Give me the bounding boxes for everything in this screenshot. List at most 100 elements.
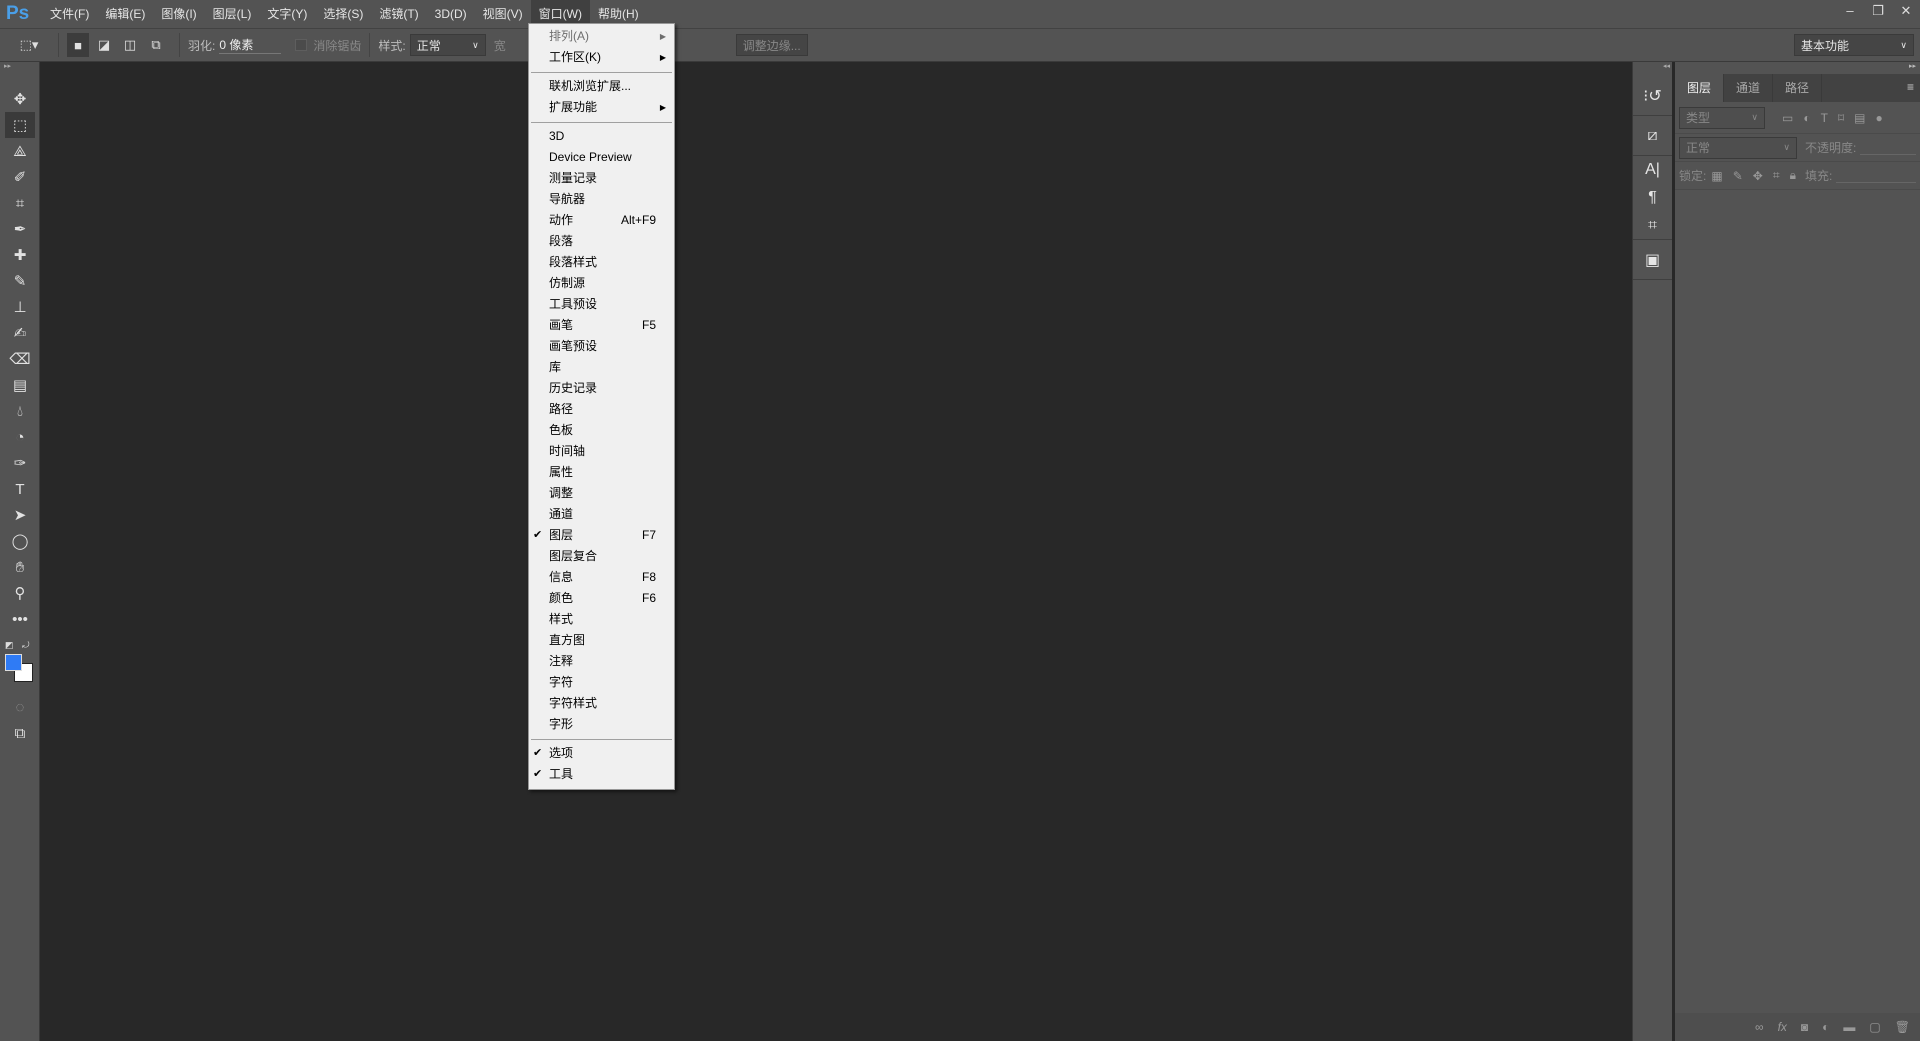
filter-select[interactable]: 类型 ∨ — [1679, 106, 1765, 129]
menu-item[interactable]: ✔ 工具 — [529, 764, 674, 785]
eraser-tool-icon[interactable]: ⌫ — [5, 346, 35, 372]
menu-6[interactable]: 滤镜(T) — [371, 0, 426, 28]
gradient-tool-icon[interactable]: ▤ — [5, 372, 35, 398]
menu-item[interactable]: 样式 — [529, 609, 674, 630]
paragraph-icon[interactable]: ¶ — [1633, 184, 1672, 212]
delete-layer-icon[interactable]: 🗑︎ — [1895, 1020, 1910, 1034]
brush-tool-icon[interactable]: ✎ — [5, 268, 35, 294]
menu-item[interactable]: 3D — [529, 126, 674, 147]
close-button[interactable]: ✕ — [1892, 0, 1920, 22]
expand-icon[interactable]: ▸▸ — [1909, 62, 1916, 70]
swap-colors-icon[interactable]: ⤾ — [22, 640, 30, 651]
lock-all-icon[interactable]: 🔒︎ — [1790, 168, 1796, 183]
workspace-select[interactable]: 基本功能 ∨ — [1794, 34, 1914, 56]
lock-position-icon[interactable]: ✥ — [1753, 169, 1763, 183]
blend-mode-select[interactable]: 正常 ∨ — [1679, 136, 1797, 159]
path-select-tool-icon[interactable]: ➤ — [5, 502, 35, 528]
menu-item[interactable]: 调整 — [529, 483, 674, 504]
move-tool-icon[interactable]: ✥ — [5, 86, 35, 112]
fill-input[interactable] — [1836, 169, 1916, 183]
menu-0[interactable]: 文件(F) — [42, 0, 97, 28]
menu-item[interactable]: 通道 — [529, 504, 674, 525]
properties-icon[interactable]: ⧄ — [1633, 116, 1672, 156]
menu-item[interactable]: 排列(A) ▶ — [529, 26, 674, 47]
opacity-input[interactable] — [1860, 141, 1916, 155]
zoom-tool-icon[interactable]: ⚲ — [5, 580, 35, 606]
adjustment-filter-icon[interactable]: ◐ — [1803, 111, 1810, 125]
healing-brush-tool-icon[interactable]: ✚ — [5, 242, 35, 268]
restore-button[interactable]: ❐ — [1864, 0, 1892, 22]
menu-item[interactable]: 工作区(K) ▶ — [529, 47, 674, 68]
crop-tool-icon[interactable]: ⌗ — [5, 190, 35, 216]
antialias-checkbox[interactable] — [295, 39, 308, 51]
fx-icon[interactable]: fx — [1778, 1020, 1787, 1034]
new-group-icon[interactable]: ▬ — [1843, 1020, 1855, 1034]
menu-item[interactable]: 图层复合 — [529, 546, 674, 567]
menu-item[interactable]: 颜色 F6 — [529, 588, 674, 609]
shape-filter-icon[interactable]: ⌑ — [1838, 111, 1844, 125]
tab-1[interactable]: 通道 — [1724, 74, 1774, 102]
menu-item[interactable]: 属性 — [529, 462, 674, 483]
menu-item[interactable]: ✔ 选项 — [529, 743, 674, 764]
quick-select-tool-icon[interactable]: ✐ — [5, 164, 35, 190]
minimize-button[interactable]: – — [1836, 0, 1864, 22]
new-selection-icon[interactable]: ■ — [67, 33, 89, 57]
tab-0[interactable]: 图层 — [1675, 74, 1725, 102]
menu-3[interactable]: 图层(L) — [205, 0, 260, 28]
default-colors-icon[interactable]: ◩ — [5, 640, 14, 651]
menu-item[interactable]: 历史记录 — [529, 378, 674, 399]
lock-pixels-icon[interactable]: ✎ — [1733, 169, 1743, 183]
link-layers-icon[interactable]: ∞ — [1755, 1020, 1764, 1034]
menu-item[interactable]: 段落样式 — [529, 252, 674, 273]
menu-7[interactable]: 3D(D) — [427, 0, 475, 28]
lock-transparent-icon[interactable]: ▦ — [1711, 169, 1722, 183]
character-icon[interactable]: A| — [1633, 156, 1672, 184]
menu-item[interactable]: 色板 — [529, 420, 674, 441]
history-icon[interactable]: ⁝↺ — [1633, 76, 1672, 116]
crop-icon[interactable]: ⌗ — [1633, 212, 1672, 240]
menu-item[interactable]: 动作 Alt+F9 — [529, 210, 674, 231]
feather-input[interactable]: 0 像素 — [219, 36, 282, 54]
menu-item[interactable]: 测量记录 — [529, 168, 674, 189]
add-mask-icon[interactable]: ◙ — [1801, 1020, 1808, 1034]
lock-artboard-icon[interactable]: ⌗ — [1773, 168, 1780, 183]
menu-item[interactable]: 字符样式 — [529, 693, 674, 714]
menu-item[interactable]: 画笔 F5 — [529, 315, 674, 336]
smart-object-filter-icon[interactable]: ▤ — [1854, 111, 1865, 125]
menu-item[interactable]: 直方图 — [529, 630, 674, 651]
menu-item[interactable]: 联机浏览扩展... — [529, 76, 674, 97]
menu-item[interactable]: 扩展功能 ▶ — [529, 97, 674, 118]
add-selection-icon[interactable]: ◪ — [93, 33, 115, 57]
menu-item[interactable]: 仿制源 — [529, 273, 674, 294]
type-tool-icon[interactable]: T — [5, 476, 35, 502]
menu-8[interactable]: 视图(V) — [475, 0, 531, 28]
refine-edge-button[interactable]: 调整边缘... — [735, 34, 808, 56]
pixel-filter-icon[interactable]: ▭ — [1782, 111, 1793, 125]
menu-item[interactable]: ✔ 图层 F7 — [529, 525, 674, 546]
menu-item[interactable]: 库 — [529, 357, 674, 378]
adjustments-icon[interactable]: ▣ — [1633, 240, 1672, 280]
menu-item[interactable]: 信息 F8 — [529, 567, 674, 588]
menu-item[interactable]: 段落 — [529, 231, 674, 252]
quick-mask-icon[interactable]: ◌ — [5, 694, 35, 720]
menu-item[interactable]: Device Preview — [529, 147, 674, 168]
eyedropper-tool-icon[interactable]: ✒ — [5, 216, 35, 242]
subtract-selection-icon[interactable]: ◫ — [119, 33, 141, 57]
tab-2[interactable]: 路径 — [1773, 74, 1823, 102]
history-brush-tool-icon[interactable]: ✍ — [5, 320, 35, 346]
menu-5[interactable]: 选择(S) — [315, 0, 371, 28]
menu-4[interactable]: 文字(Y) — [259, 0, 315, 28]
pen-tool-icon[interactable]: ✑ — [5, 450, 35, 476]
new-layer-icon[interactable]: ▢ — [1869, 1020, 1880, 1034]
polygon-lasso-tool-icon[interactable]: ⟁ — [5, 138, 35, 164]
type-filter-icon[interactable]: T — [1821, 111, 1828, 125]
blur-tool-icon[interactable]: 💧︎ — [5, 398, 35, 424]
menu-item[interactable]: 路径 — [529, 399, 674, 420]
intersect-selection-icon[interactable]: ⧉ — [145, 33, 167, 57]
menu-2[interactable]: 图像(I) — [153, 0, 204, 28]
ellipse-tool-icon[interactable]: ◯ — [5, 528, 35, 554]
menu-item[interactable]: 注释 — [529, 651, 674, 672]
foreground-color-swatch[interactable] — [5, 654, 22, 671]
menu-item[interactable]: 字符 — [529, 672, 674, 693]
dodge-tool-icon[interactable]: ◔ — [5, 424, 35, 450]
